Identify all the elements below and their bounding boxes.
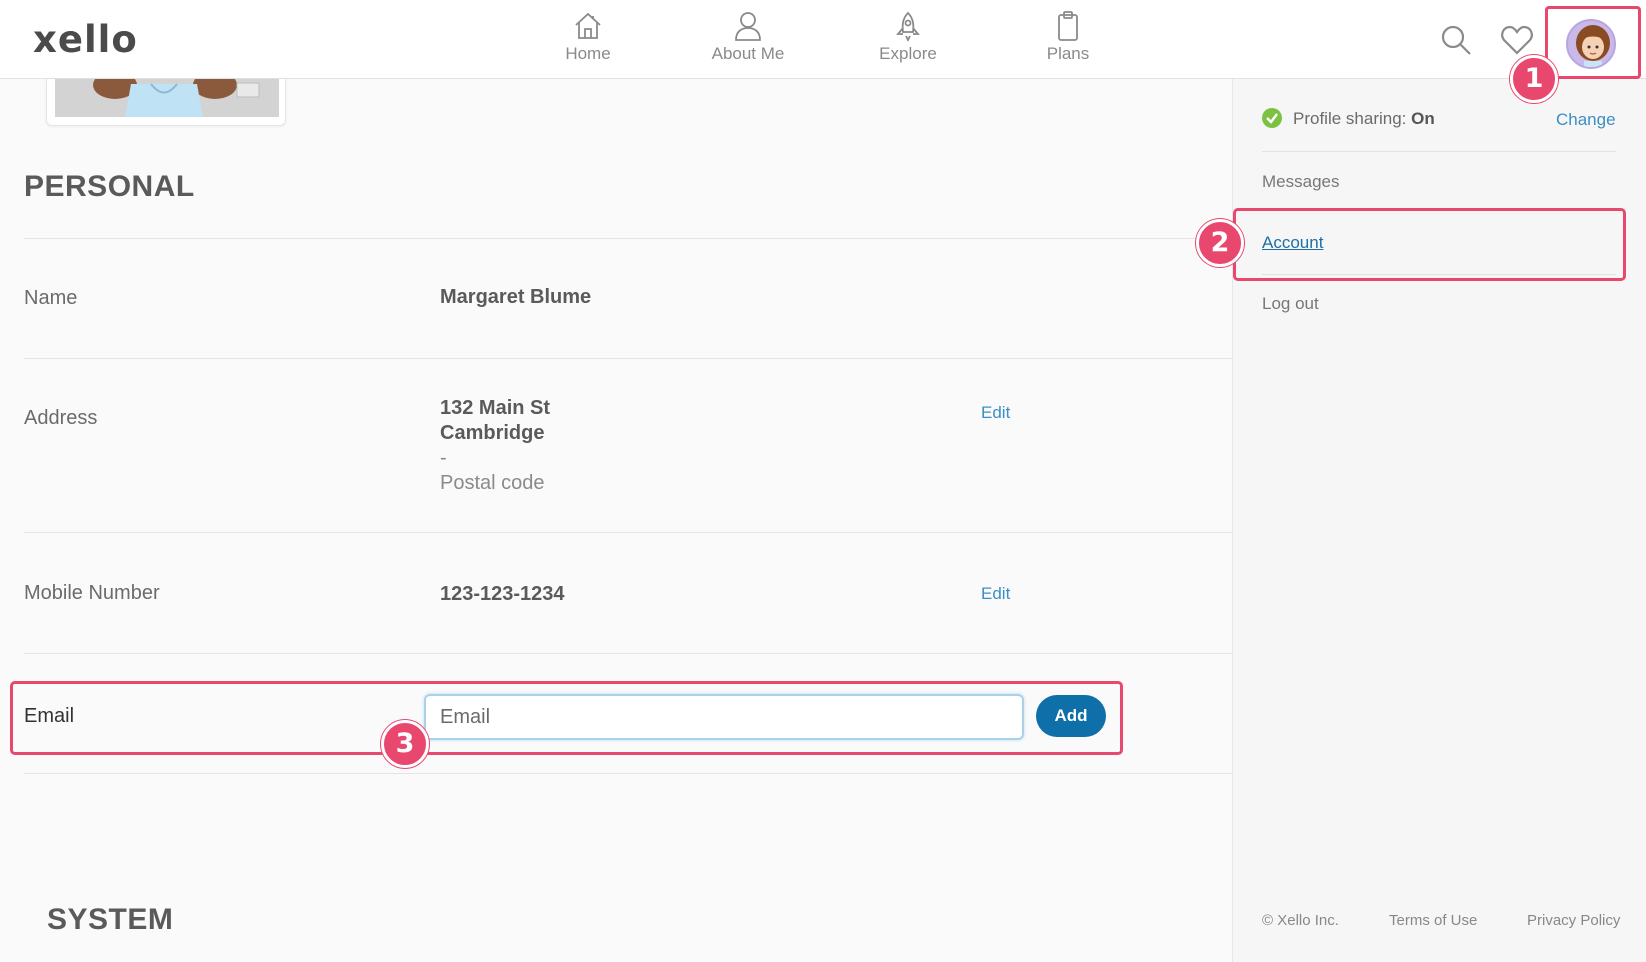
address-edit-link[interactable]: Edit	[981, 403, 1010, 423]
menu-item-account[interactable]: Account	[1262, 233, 1323, 253]
profile-menu-button[interactable]	[1545, 6, 1641, 79]
search-icon	[1441, 25, 1471, 55]
search-button[interactable]	[1438, 22, 1474, 58]
account-content	[0, 79, 1232, 962]
terms-of-use-link[interactable]: Terms of Use	[1389, 912, 1477, 929]
step-badge-3: 3	[381, 720, 429, 768]
divider	[24, 238, 1232, 239]
mobile-edit-link[interactable]: Edit	[981, 584, 1010, 604]
add-email-button[interactable]: Add	[1036, 695, 1106, 737]
change-sharing-link[interactable]: Change	[1556, 110, 1616, 130]
nav-plans[interactable]: Plans	[1013, 10, 1123, 64]
address-postal-code: Postal code	[440, 472, 545, 494]
nav-about-me[interactable]: About Me	[693, 10, 803, 64]
privacy-policy-link[interactable]: Privacy Policy	[1527, 912, 1620, 929]
nav-home-label: Home	[565, 44, 611, 63]
name-value: Margaret Blume	[440, 286, 592, 308]
avatar	[1566, 19, 1616, 69]
profile-photo	[55, 79, 279, 117]
nav-plans-label: Plans	[1046, 44, 1090, 63]
top-navigation-bar: xello Home About Me Explore Plans	[0, 0, 1646, 79]
profile-photo-card	[46, 79, 286, 126]
email-label: Email	[24, 705, 75, 727]
profile-sharing-status: Profile sharing: On	[1293, 109, 1435, 129]
copyright-text: © Xello Inc.	[1262, 912, 1339, 929]
personal-section-title: PERSONAL	[24, 170, 195, 203]
home-icon	[575, 12, 601, 39]
divider	[1262, 274, 1616, 275]
heart-icon	[1501, 25, 1533, 55]
address-line2: Cambridge	[440, 422, 545, 444]
address-line3: -	[440, 447, 447, 469]
nav-about-label: About Me	[711, 44, 785, 63]
divider	[24, 532, 1232, 533]
divider	[1262, 151, 1616, 152]
mobile-number-value: 123-123-1234	[440, 583, 565, 605]
mobile-number-label: Mobile Number	[24, 582, 160, 604]
address-line1: 132 Main St	[440, 397, 551, 419]
divider	[24, 653, 1232, 654]
address-label: Address	[24, 407, 98, 429]
divider	[24, 773, 1232, 774]
menu-item-messages[interactable]: Messages	[1262, 172, 1339, 192]
nav-explore[interactable]: Explore	[853, 10, 963, 64]
divider	[24, 358, 1232, 359]
check-circle-icon	[1262, 108, 1282, 128]
rocket-icon	[896, 11, 920, 42]
clipboard-icon	[1058, 11, 1078, 41]
profile-sharing-label: Profile sharing:	[1293, 109, 1407, 128]
system-section-title: SYSTEM	[47, 903, 174, 936]
nav-explore-label: Explore	[879, 44, 937, 63]
logo-text: xello	[33, 18, 138, 61]
step-badge-2: 2	[1196, 219, 1244, 267]
menu-item-log-out[interactable]: Log out	[1262, 294, 1319, 314]
step-badge-1: 1	[1510, 55, 1558, 103]
profile-sharing-value: On	[1411, 109, 1435, 128]
address-value: 132 Main St Cambridge - Postal code	[440, 396, 550, 496]
xello-logo[interactable]: xello	[33, 18, 138, 61]
email-input[interactable]	[424, 694, 1024, 740]
name-label: Name	[24, 287, 78, 309]
favorites-button[interactable]	[1499, 22, 1535, 58]
person-icon	[735, 12, 761, 41]
nav-home[interactable]: Home	[533, 10, 643, 64]
